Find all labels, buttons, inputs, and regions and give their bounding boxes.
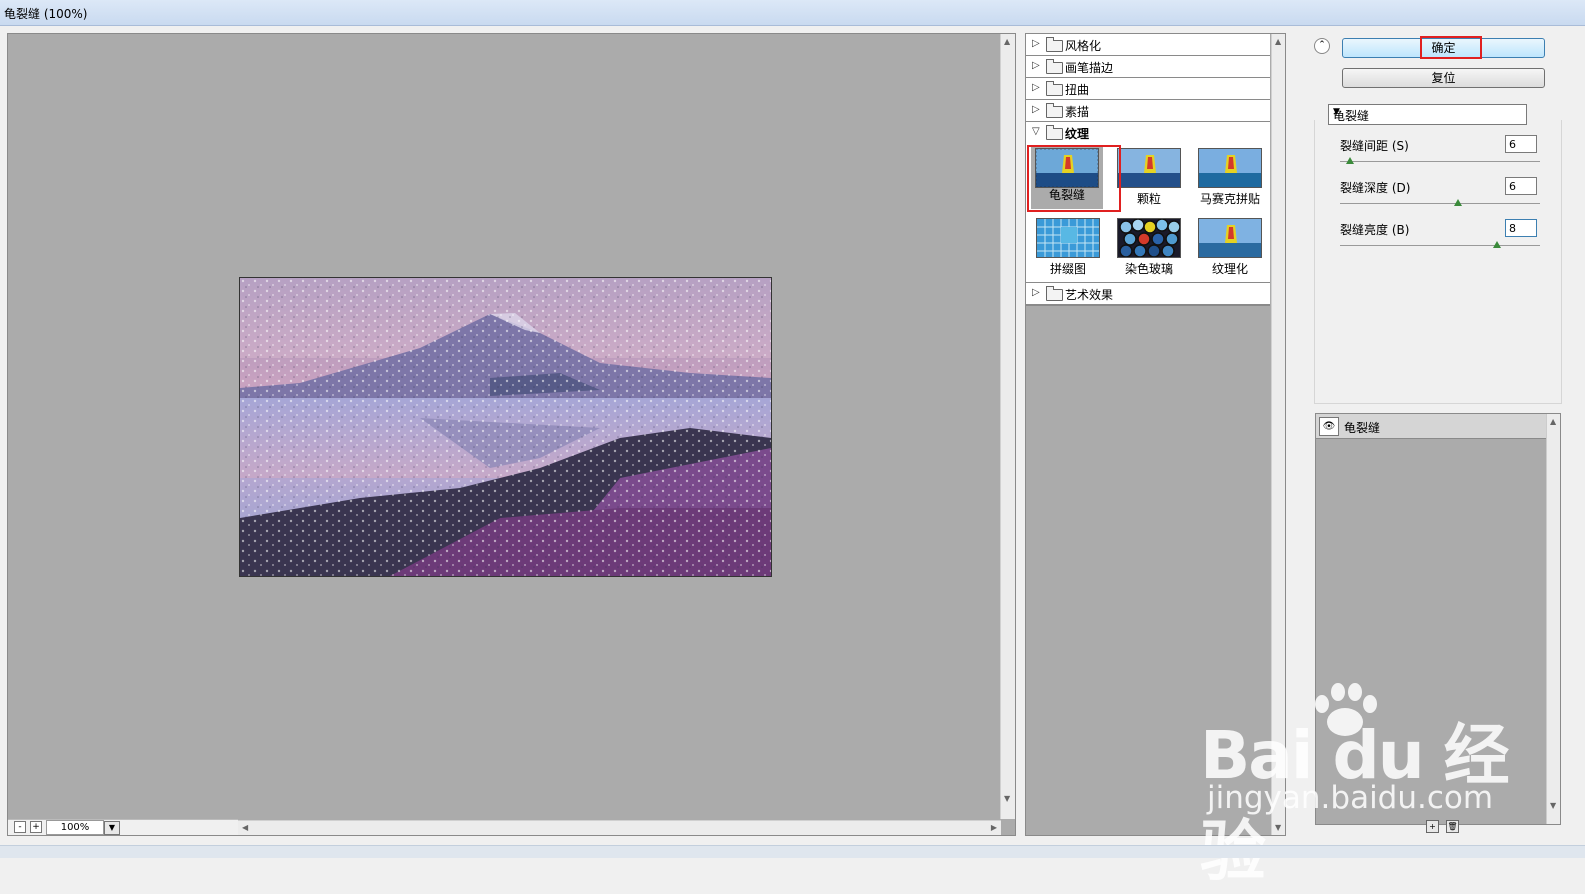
filter-thumb-craquelure[interactable]: 龟裂缝 xyxy=(1031,145,1103,209)
category-distort[interactable]: ▷ 扭曲 xyxy=(1026,78,1270,101)
folder-icon xyxy=(1046,59,1063,74)
open-folder-icon xyxy=(1046,125,1063,140)
window-title: 龟裂缝 (100%) xyxy=(4,7,88,21)
scroll-right-icon[interactable]: ▶ xyxy=(991,823,997,832)
reset-button[interactable]: 复位 xyxy=(1342,68,1545,88)
crack-depth-slider-thumb[interactable] xyxy=(1453,199,1462,206)
eye-visibility-icon[interactable]: 👁 xyxy=(1319,417,1339,436)
crack-spacing-slider-thumb[interactable] xyxy=(1345,157,1354,164)
preview-panel: ▲ ▼ ◀ ▶ - + 100% ▼ xyxy=(7,33,1016,836)
category-sketch[interactable]: ▷ 素描 xyxy=(1026,100,1270,123)
scroll-left-icon[interactable]: ◀ xyxy=(242,823,248,832)
ok-button[interactable]: 确定 xyxy=(1342,38,1545,58)
collapse-gallery-icon[interactable]: ⌃ xyxy=(1314,38,1330,54)
scroll-up-icon[interactable]: ▲ xyxy=(1275,37,1281,46)
layers-scrollbar[interactable]: ▲ ▼ xyxy=(1546,414,1560,824)
crack-brightness-input[interactable]: 8 xyxy=(1505,219,1537,237)
crack-depth-input[interactable]: 6 xyxy=(1505,177,1537,195)
reset-button-label: 复位 xyxy=(1431,71,1456,85)
scroll-up-icon[interactable]: ▲ xyxy=(1004,37,1010,46)
zoom-out-button[interactable]: - xyxy=(14,821,26,833)
filter-thumb-texturizer[interactable]: 纹理化 xyxy=(1198,218,1262,278)
grain-preview-image xyxy=(1117,148,1181,188)
filter-label: 颗粒 xyxy=(1136,192,1161,206)
crack-brightness-slider[interactable] xyxy=(1340,245,1540,246)
folder-icon xyxy=(1046,81,1063,96)
collapse-arrow-icon[interactable]: ▽ xyxy=(1032,126,1040,137)
filter-label: 拼缀图 xyxy=(1049,262,1086,276)
filter-label: 龟裂缝 xyxy=(1048,188,1085,202)
filter-label: 纹理化 xyxy=(1211,262,1248,276)
effect-layer-row[interactable]: 👁 龟裂缝 xyxy=(1316,414,1546,439)
window-bottom-edge xyxy=(0,845,1585,858)
scroll-down-icon[interactable]: ▼ xyxy=(1004,794,1010,803)
expand-arrow-icon[interactable]: ▷ xyxy=(1032,38,1040,49)
category-label: 画笔描边 xyxy=(1065,61,1114,75)
category-label: 扭曲 xyxy=(1065,83,1090,97)
crack-depth-slider[interactable] xyxy=(1340,203,1540,204)
scroll-down-icon[interactable]: ▼ xyxy=(1550,801,1556,810)
crack-brightness-label: 裂缝亮度 (B) xyxy=(1340,223,1410,237)
new-effect-layer-icon[interactable]: + xyxy=(1426,820,1439,833)
filter-label: 染色玻璃 xyxy=(1124,262,1173,276)
category-label: 纹理 xyxy=(1065,127,1090,141)
texture-filter-thumbnails: 龟裂缝 颗粒 马赛克拼贴 拼缀图 染色玻璃 纹理化 xyxy=(1026,142,1270,284)
filter-thumb-patchwork[interactable]: 拼缀图 xyxy=(1036,218,1100,278)
crack-spacing-input[interactable]: 6 xyxy=(1505,135,1537,153)
window-titlebar: 龟裂缝 (100%) xyxy=(0,0,1585,26)
filter-thumb-mosaic-tiles[interactable]: 马赛克拼贴 xyxy=(1198,148,1262,208)
zoom-in-button[interactable]: + xyxy=(30,821,42,833)
filter-thumb-stained-glass[interactable]: 染色玻璃 xyxy=(1117,218,1181,278)
folder-icon xyxy=(1046,103,1063,118)
zoom-bar: - + 100% ▼ xyxy=(8,819,238,835)
category-artistic[interactable]: ▷ 艺术效果 xyxy=(1026,283,1270,306)
expand-arrow-icon[interactable]: ▷ xyxy=(1032,82,1040,93)
scroll-up-icon[interactable]: ▲ xyxy=(1550,417,1556,426)
landscape-image xyxy=(240,278,771,576)
preview-image xyxy=(239,277,772,577)
expand-arrow-icon[interactable]: ▷ xyxy=(1032,60,1040,71)
category-brush-strokes[interactable]: ▷ 画笔描边 xyxy=(1026,56,1270,79)
zoom-level-field[interactable]: 100% xyxy=(46,820,104,835)
preview-horizontal-scrollbar[interactable]: ◀ ▶ xyxy=(238,820,1001,835)
folder-icon xyxy=(1046,37,1063,52)
category-label: 素描 xyxy=(1065,105,1090,119)
category-label: 风格化 xyxy=(1065,39,1102,53)
filter-label: 马赛克拼贴 xyxy=(1199,192,1260,206)
texturizer-preview-image xyxy=(1198,218,1262,258)
mosaic-tiles-preview-image xyxy=(1198,148,1262,188)
patchwork-preview-image xyxy=(1036,218,1100,258)
category-label: 艺术效果 xyxy=(1065,288,1114,302)
dropdown-arrow-icon[interactable]: ▼ xyxy=(1333,107,1523,117)
preview-canvas[interactable] xyxy=(8,34,1001,819)
crack-spacing-label: 裂缝间距 (S) xyxy=(1340,139,1409,153)
filter-thumb-grain[interactable]: 颗粒 xyxy=(1117,148,1181,208)
crack-depth-label: 裂缝深度 (D) xyxy=(1340,181,1411,195)
delete-effect-layer-icon[interactable]: 🗑 xyxy=(1446,820,1459,833)
folder-icon xyxy=(1046,286,1063,301)
expand-arrow-icon[interactable]: ▷ xyxy=(1032,287,1040,298)
ok-button-label: 确定 xyxy=(1431,41,1456,55)
effect-layer-label: 龟裂缝 xyxy=(1344,421,1381,435)
crack-spacing-slider[interactable] xyxy=(1340,161,1540,162)
preview-vertical-scrollbar[interactable]: ▲ ▼ xyxy=(1000,34,1015,819)
zoom-dropdown-icon[interactable]: ▼ xyxy=(104,821,120,835)
effect-layers-panel: 👁 龟裂缝 ▲ ▼ xyxy=(1315,413,1561,825)
filter-list-scrollbar[interactable]: ▲ ▼ xyxy=(1271,34,1285,835)
craquelure-preview-image xyxy=(1035,148,1099,188)
scroll-down-icon[interactable]: ▼ xyxy=(1275,823,1281,832)
expand-arrow-icon[interactable]: ▷ xyxy=(1032,104,1040,115)
filter-gallery-panel: ▷ 风格化 ▷ 画笔描边 ▷ 扭曲 ▷ 素描 ▽ 纹理 龟裂缝 颗粒 马赛克拼贴… xyxy=(1025,33,1286,836)
stained-glass-preview-image xyxy=(1117,218,1181,258)
crack-brightness-slider-thumb[interactable] xyxy=(1492,241,1501,248)
category-stylize[interactable]: ▷ 风格化 xyxy=(1026,34,1270,57)
